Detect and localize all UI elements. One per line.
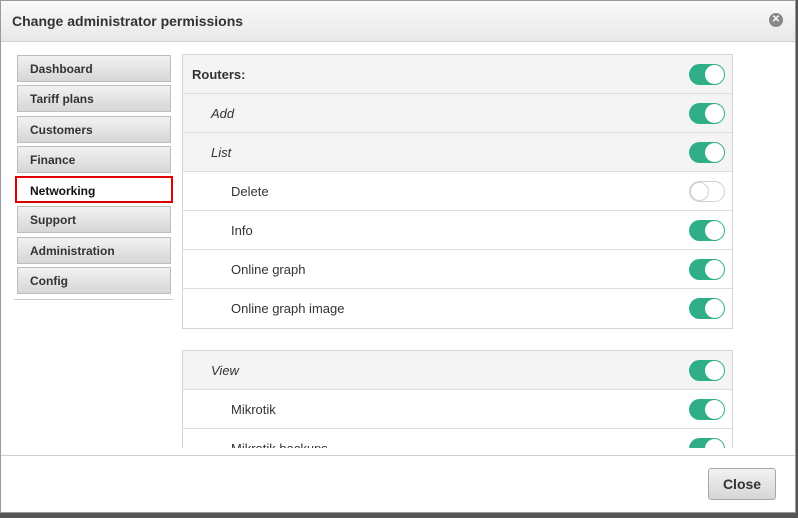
permission-toggle[interactable] — [689, 181, 725, 202]
permission-label: Delete — [231, 184, 269, 199]
permission-group: View Mikrotik Mikrotik backups — [182, 350, 733, 448]
toggle-knob — [705, 299, 724, 318]
permission-label: Mikrotik — [231, 402, 276, 417]
permission-toggle[interactable] — [689, 142, 725, 163]
permission-row: Add — [183, 94, 732, 133]
permission-label: Info — [231, 223, 253, 238]
permission-toggle[interactable] — [689, 64, 725, 85]
sidebar-item-customers[interactable]: Customers — [17, 115, 171, 143]
permission-row: Online graph — [183, 250, 732, 289]
permission-label: Mikrotik backups — [231, 441, 328, 448]
sidebar-item-config[interactable]: Config — [17, 267, 171, 295]
toggle-knob — [705, 260, 724, 279]
toggle-knob — [690, 182, 709, 201]
permission-row: Info — [183, 211, 732, 250]
sidebar-nav: Dashboard Tariff plans Customers Finance Net… — [14, 55, 173, 301]
permission-toggle[interactable] — [689, 399, 725, 420]
permission-label: Online graph image — [231, 301, 345, 316]
sidebar-item-dashboard[interactable]: Dashboard — [17, 55, 171, 82]
toggle-knob — [705, 400, 724, 419]
permission-label: List — [211, 145, 232, 160]
sidebar-item-networking[interactable]: Networking — [15, 176, 173, 204]
toggle-knob — [705, 143, 724, 162]
permission-toggle[interactable] — [689, 259, 725, 280]
permission-row: Routers: — [183, 55, 732, 94]
sidebar-item-support[interactable]: Support — [17, 206, 171, 234]
permissions-panel: Routers: Add List Delete Info Online graph Onl… — [182, 54, 733, 448]
permission-group: Routers: Add List Delete Info Online graph Onl… — [182, 54, 733, 329]
permission-label: Routers: — [192, 67, 246, 82]
permissions-dialog: Change administrator permissions ✕ Dashb… — [0, 0, 796, 513]
permission-label: View — [211, 363, 239, 378]
permission-row: List — [183, 133, 732, 172]
close-button[interactable]: Close — [708, 468, 776, 500]
toggle-knob — [705, 439, 724, 448]
sidebar-item-administration[interactable]: Administration — [17, 236, 171, 264]
dialog-title: Change administrator permissions — [12, 13, 244, 29]
toggle-knob — [705, 65, 724, 84]
permission-row: Online graph image — [183, 289, 732, 328]
permission-toggle[interactable] — [689, 438, 725, 448]
sidebar-item-finance[interactable]: Finance — [17, 145, 171, 173]
permission-row: View — [183, 351, 732, 390]
permission-row: Delete — [183, 172, 732, 211]
permission-row: Mikrotik backups — [183, 429, 732, 448]
permission-toggle[interactable] — [689, 103, 725, 124]
permission-toggle[interactable] — [689, 360, 725, 381]
dialog-titlebar: Change administrator permissions ✕ — [1, 1, 795, 42]
permission-row: Mikrotik — [183, 390, 732, 429]
toggle-knob — [705, 221, 724, 240]
sidebar-item-tariff-plans[interactable]: Tariff plans — [17, 85, 171, 113]
toggle-knob — [705, 361, 724, 380]
permission-label: Add — [211, 106, 235, 121]
close-icon[interactable]: ✕ — [769, 13, 783, 27]
dialog-footer: Close — [1, 455, 795, 512]
toggle-knob — [705, 104, 724, 123]
permission-toggle[interactable] — [689, 298, 725, 319]
permission-toggle[interactable] — [689, 220, 725, 241]
permission-label: Online graph — [231, 262, 306, 277]
